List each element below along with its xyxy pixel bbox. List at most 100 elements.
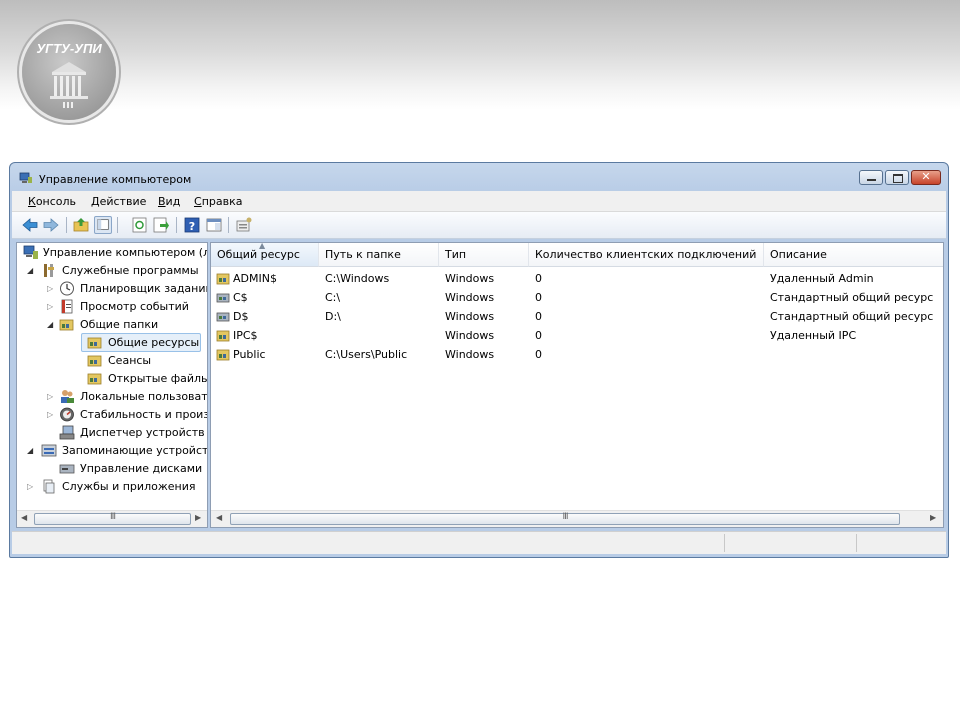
share-type: Windows bbox=[445, 348, 495, 361]
building-emblem-icon bbox=[50, 62, 88, 108]
expander-closed-icon[interactable]: ▷ bbox=[47, 302, 53, 311]
menu-bar: Консоль Действие Вид Справка bbox=[12, 191, 946, 212]
event-viewer-icon bbox=[61, 299, 73, 314]
tree-item-open-files[interactable]: Открытые файлы bbox=[17, 370, 207, 388]
column-header-folder-path[interactable]: Путь к папке bbox=[319, 243, 439, 267]
tree-scroll-thumb[interactable]: III bbox=[34, 512, 191, 525]
tree-item-shared-folders[interactable]: ◢ Общие папки bbox=[17, 316, 207, 334]
share-description: Удаленный Admin bbox=[770, 272, 874, 285]
tree-item-shares[interactable]: Общие ресурсы bbox=[17, 334, 207, 352]
list-scroll-thumb[interactable]: III bbox=[230, 512, 900, 525]
share-type: Windows bbox=[445, 272, 495, 285]
share-name: IPC$ bbox=[233, 329, 258, 342]
share-path: D:\ bbox=[325, 310, 341, 323]
share-description: Удаленный IPC bbox=[770, 329, 857, 342]
share-connections: 0 bbox=[535, 291, 542, 304]
performance-icon bbox=[60, 407, 74, 422]
expander-closed-icon[interactable]: ▷ bbox=[47, 284, 53, 293]
services-icon bbox=[43, 479, 55, 494]
toolbar-separator bbox=[117, 217, 118, 233]
refresh-icon[interactable] bbox=[131, 216, 149, 234]
tree-horizontal-scrollbar[interactable]: ◀ III ▶ bbox=[17, 510, 207, 527]
sort-ascending-icon: ▲ bbox=[259, 242, 266, 250]
share-name: C$ bbox=[233, 291, 248, 304]
tree-item-disk-management[interactable]: Управление дисками bbox=[17, 460, 207, 478]
scroll-left-icon[interactable]: ◀ bbox=[216, 513, 222, 522]
status-bar bbox=[12, 531, 946, 554]
shared-drive-icon bbox=[216, 293, 230, 303]
svg-text:?: ? bbox=[189, 220, 195, 233]
title-bar[interactable]: Управление компьютером ✕ bbox=[10, 163, 948, 191]
export-list-icon[interactable] bbox=[152, 216, 170, 234]
share-path: C:\Windows bbox=[325, 272, 390, 285]
menu-help[interactable]: Справка bbox=[194, 195, 242, 208]
tree-item-reliability-performance[interactable]: ▷ Стабильность и произ bbox=[17, 406, 207, 424]
expander-open-icon[interactable]: ◢ bbox=[47, 320, 53, 329]
properties-pane-icon[interactable] bbox=[205, 216, 223, 234]
column-header-share[interactable]: ▲ Общий ресурс bbox=[211, 243, 319, 267]
share-type: Windows bbox=[445, 329, 495, 342]
expander-closed-icon[interactable]: ▷ bbox=[47, 392, 53, 401]
tree-item-device-manager[interactable]: Диспетчер устройств bbox=[17, 424, 207, 442]
toolbar-separator bbox=[228, 217, 229, 233]
expander-open-icon[interactable]: ◢ bbox=[27, 446, 33, 455]
tree-item-sessions[interactable]: Сеансы bbox=[17, 352, 207, 370]
list-horizontal-scrollbar[interactable]: ◀ III ▶ bbox=[211, 510, 943, 527]
column-header-description[interactable]: Описание bbox=[764, 243, 943, 267]
back-arrow-icon[interactable] bbox=[21, 216, 39, 234]
share-properties-icon[interactable] bbox=[235, 216, 253, 234]
tree-item-event-viewer[interactable]: ▷ Просмотр событий bbox=[17, 298, 207, 316]
computer-management-window: Управление компьютером ✕ Консоль Действи… bbox=[9, 162, 949, 558]
scroll-left-icon[interactable]: ◀ bbox=[21, 513, 27, 522]
close-button[interactable]: ✕ bbox=[911, 170, 941, 185]
menu-console[interactable]: Консоль bbox=[28, 195, 76, 208]
forward-arrow-icon[interactable] bbox=[42, 216, 60, 234]
share-path: C:\Users\Public bbox=[325, 348, 408, 361]
show-hide-tree-icon[interactable] bbox=[94, 216, 112, 234]
toolbar-separator bbox=[176, 217, 177, 233]
up-folder-icon[interactable] bbox=[72, 216, 90, 234]
shared-folder-icon bbox=[216, 273, 230, 285]
device-manager-icon bbox=[59, 425, 75, 440]
tree-item-local-users[interactable]: ▷ Локальные пользовате bbox=[17, 388, 207, 406]
close-icon: ✕ bbox=[921, 170, 931, 183]
column-header-client-connections[interactable]: Количество клиентских подключений bbox=[529, 243, 764, 267]
scroll-right-icon[interactable]: ▶ bbox=[930, 513, 936, 522]
tree-item-task-scheduler[interactable]: ▷ Планировщик заданий bbox=[17, 280, 207, 298]
maximize-icon bbox=[893, 174, 903, 183]
computer-management-icon bbox=[23, 245, 38, 259]
tree-item-computer-management[interactable]: Управление компьютером (л bbox=[17, 244, 207, 262]
storage-icon bbox=[41, 444, 57, 457]
expander-closed-icon[interactable]: ▷ bbox=[27, 482, 33, 491]
shared-folder-icon bbox=[216, 330, 230, 342]
help-icon[interactable]: ? bbox=[183, 216, 201, 234]
scroll-right-icon[interactable]: ▶ bbox=[195, 513, 201, 522]
share-connections: 0 bbox=[535, 310, 542, 323]
tree-item-storage[interactable]: ◢ Запоминающие устройст bbox=[17, 442, 207, 460]
shared-folder-icon bbox=[87, 355, 102, 367]
share-type: Windows bbox=[445, 310, 495, 323]
university-logo: УГТУ-УПИ bbox=[22, 24, 116, 120]
shared-drive-icon bbox=[216, 312, 230, 322]
share-name: Public bbox=[233, 348, 266, 361]
console-tree: Управление компьютером (л ◢ Служебные пр… bbox=[16, 242, 208, 528]
share-connections: 0 bbox=[535, 348, 542, 361]
menu-view[interactable]: Вид bbox=[158, 195, 180, 208]
tree-item-services-applications[interactable]: ▷ Службы и приложения bbox=[17, 478, 207, 496]
share-type: Windows bbox=[445, 291, 495, 304]
disk-icon bbox=[59, 464, 75, 474]
expander-open-icon[interactable]: ◢ bbox=[27, 266, 33, 275]
status-divider bbox=[724, 534, 725, 552]
menu-action[interactable]: Действие bbox=[91, 195, 146, 208]
minimize-button[interactable] bbox=[859, 170, 883, 185]
minimize-icon bbox=[867, 179, 876, 181]
computer-management-icon bbox=[19, 172, 32, 183]
expander-closed-icon[interactable]: ▷ bbox=[47, 410, 53, 419]
column-header-type[interactable]: Тип bbox=[439, 243, 529, 267]
shared-folder-icon bbox=[87, 337, 102, 349]
share-path: C:\ bbox=[325, 291, 341, 304]
tree-item-system-tools[interactable]: ◢ Служебные программы bbox=[17, 262, 207, 280]
shared-folder-icon bbox=[216, 349, 230, 361]
maximize-button[interactable] bbox=[885, 170, 909, 185]
share-name: ADMIN$ bbox=[233, 272, 277, 285]
